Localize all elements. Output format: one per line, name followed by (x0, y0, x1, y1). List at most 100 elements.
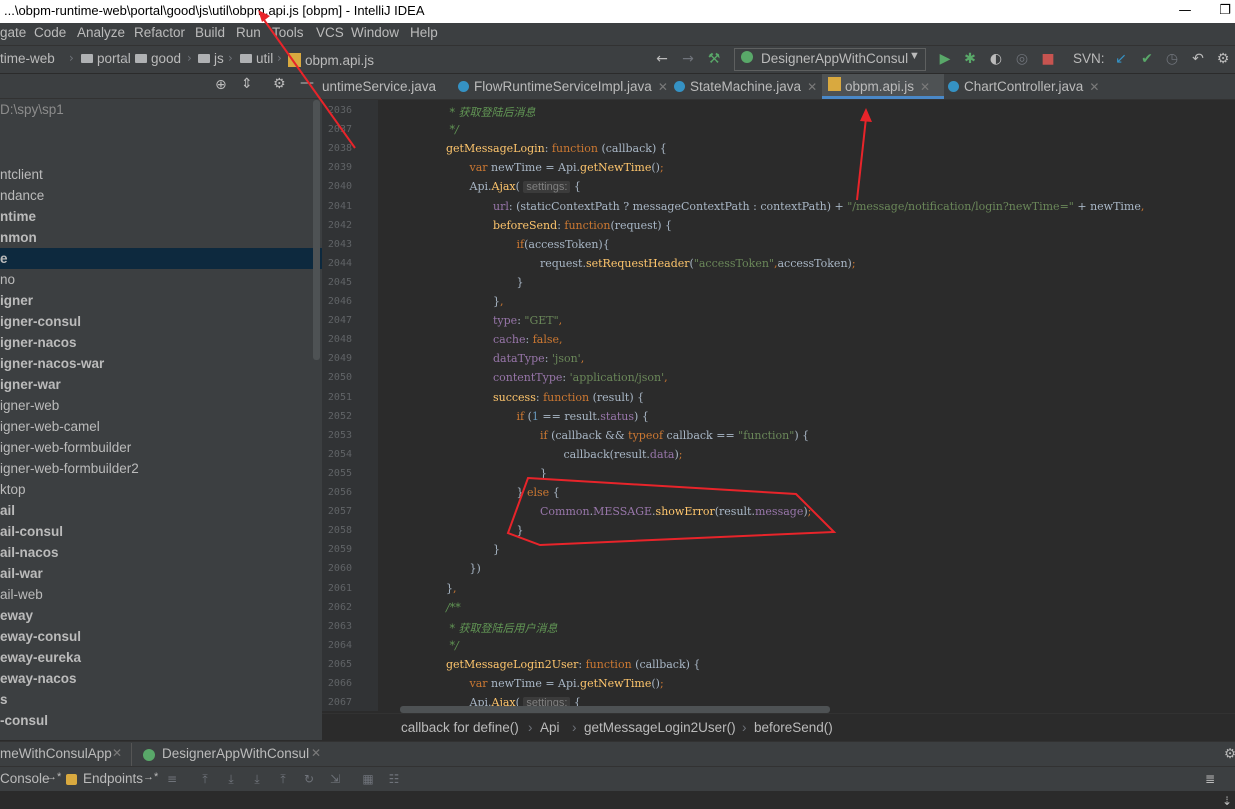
code-line[interactable]: }) (470, 562, 481, 575)
code-line[interactable]: beforeSend: function(request) { (493, 219, 672, 232)
code-line[interactable]: url: (staticContextPath ? messageContext… (493, 200, 1144, 213)
code-line[interactable]: } (517, 524, 524, 537)
project-tree-item[interactable]: no (0, 269, 322, 290)
scroll-to-end-icon[interactable]: ⇣ (1222, 794, 1232, 808)
project-tree-item[interactable]: nmon (0, 227, 322, 248)
close-icon[interactable]: ✕ (807, 80, 817, 94)
code-line[interactable]: } (517, 276, 524, 289)
code-line[interactable]: */ (446, 639, 458, 652)
code-line[interactable]: if (1 == result.status) { (517, 410, 649, 423)
code-line[interactable]: }, (446, 582, 457, 595)
code-line[interactable]: }, (493, 295, 504, 308)
forward-arrow-icon[interactable]: → (680, 51, 696, 67)
coverage-icon[interactable]: ◐ (988, 51, 1004, 67)
nav-crumb-file[interactable]: obpm.api.js (288, 51, 374, 68)
code-line[interactable]: Api.Ajax( settings: { (470, 180, 581, 194)
code-line[interactable]: /** (446, 601, 461, 614)
rollback-icon[interactable]: ↶ (1190, 51, 1206, 67)
nav-crumb-good[interactable]: good (135, 51, 181, 66)
tab-flow-runtime-service-impl[interactable]: FlowRuntimeServiceImpl.java ✕ (458, 74, 668, 99)
project-tree-item[interactable]: ntime (0, 206, 322, 227)
project-tree-item[interactable]: -consul (0, 710, 322, 731)
code-line[interactable]: cache: false, (493, 333, 563, 346)
menu-run[interactable]: Run (236, 25, 261, 40)
project-tree-item[interactable]: igner-web (0, 395, 322, 416)
project-tree-item[interactable]: ktop (0, 479, 322, 500)
breadcrumb-before-send[interactable]: beforeSend() (754, 720, 833, 735)
step-icon[interactable]: ↻ (302, 773, 316, 785)
nav-crumb-module[interactable]: time-web (0, 51, 55, 66)
code-editor[interactable]: * 获取登陆后消息 */ getMessageLogin: function (c… (378, 100, 1235, 711)
settings-icon[interactable]: ⚙ (1224, 746, 1235, 762)
code-line[interactable]: callback(result.data); (564, 448, 683, 461)
code-line[interactable]: */ (446, 123, 458, 136)
nav-crumb-util[interactable]: util (240, 51, 273, 66)
code-line[interactable]: var newTime = Api.getNewTime(); (470, 161, 664, 174)
project-tree-item[interactable]: ail (0, 500, 322, 521)
menu-window[interactable]: Window (351, 25, 399, 40)
upload-icon[interactable]: ⤒ (276, 773, 290, 785)
breadcrumb-get-message-login2user[interactable]: getMessageLogin2User() (584, 720, 736, 735)
code-line[interactable]: Common.MESSAGE.showError(result.message)… (540, 505, 811, 518)
console-tab[interactable]: Console (0, 771, 50, 786)
code-line[interactable]: getMessageLogin2User: function (callback… (446, 658, 700, 671)
close-icon[interactable]: ✕ (920, 80, 930, 94)
tab-state-machine[interactable]: StateMachine.java ✕ (674, 74, 820, 99)
code-line[interactable]: } (493, 543, 500, 556)
svn-update-icon[interactable]: ↙ (1113, 51, 1129, 67)
project-tree-item[interactable]: igner-web-formbuilder2 (0, 458, 322, 479)
run-tab-designer-app[interactable]: DesignerAppWithConsul (162, 746, 309, 761)
editor-horizontal-scrollbar[interactable] (400, 706, 830, 713)
tab-chart-controller[interactable]: ChartController.java ✕ (948, 74, 1104, 99)
project-tree-item[interactable]: igner-nacos (0, 332, 322, 353)
console-area[interactable]: ⇣ (0, 791, 1235, 809)
gear-icon[interactable]: ⚙ (273, 76, 286, 92)
svn-commit-icon[interactable]: ✔ (1139, 51, 1155, 67)
code-line[interactable]: var newTime = Api.getNewTime(); (470, 677, 664, 690)
code-line[interactable]: if(accessToken){ (517, 238, 610, 251)
cursor-icon[interactable]: ⇲ (328, 773, 342, 785)
project-tree-item[interactable]: eway-nacos (0, 668, 322, 689)
tab-obpm-api-js[interactable]: obpm.api.js ✕ (822, 74, 944, 99)
project-tree-item[interactable]: eway-eureka (0, 647, 322, 668)
code-line[interactable]: } (540, 467, 547, 480)
project-tree-item[interactable]: eway (0, 605, 322, 626)
soft-wrap-icon[interactable]: ≣ (1203, 773, 1217, 785)
breadcrumb-callback-define[interactable]: callback for define() (401, 720, 519, 735)
endpoints-tab[interactable]: Endpoints (83, 771, 143, 786)
grid-icon[interactable]: ▦ (361, 773, 375, 785)
run-configuration-select[interactable]: DesignerAppWithConsul ▼ (734, 48, 926, 71)
close-icon[interactable]: ✕ (1089, 80, 1099, 94)
nav-crumb-js[interactable]: js (198, 51, 224, 66)
project-tree-item[interactable]: eway-consul (0, 626, 322, 647)
code-line[interactable]: * 获取登陆后消息 (446, 104, 535, 120)
code-line[interactable]: type: "GET", (493, 314, 562, 327)
code-line[interactable]: getMessageLogin: function (callback) { (446, 142, 667, 155)
code-line[interactable]: * 获取登陆后用户消息 (446, 620, 557, 636)
project-tree-item[interactable]: igner-nacos-war (0, 353, 322, 374)
hide-icon[interactable]: — (300, 75, 314, 91)
menu-help[interactable]: Help (410, 25, 438, 40)
restore-button[interactable]: ❐ (1215, 1, 1235, 21)
menu-build[interactable]: Build (195, 25, 225, 40)
code-line[interactable]: } else { (517, 486, 560, 499)
menu-refactor[interactable]: Refactor (134, 25, 185, 40)
editor-gutter[interactable]: 2036 2037 2038 2039 2040 2041 2042 2043 2044 2045… (322, 100, 395, 711)
run-tab-consul-app[interactable]: meWithConsulApp (0, 746, 112, 761)
breadcrumb-api[interactable]: Api (540, 720, 560, 735)
close-icon[interactable]: ✕ (311, 746, 321, 760)
restore-layout-icon[interactable]: ⤒ (198, 773, 212, 785)
run-icon[interactable]: ▶ (937, 51, 953, 67)
project-tree-item[interactable]: ntclient (0, 164, 322, 185)
project-tree-item[interactable]: igner-war (0, 374, 322, 395)
tab-runtime-service[interactable]: untimeService.java (322, 74, 450, 99)
code-line[interactable]: request.setRequestHeader("accessToken",a… (540, 257, 856, 270)
code-line[interactable]: contentType: 'application/json', (493, 371, 668, 384)
code-line[interactable]: success: function (result) { (493, 391, 644, 404)
code-line[interactable]: dataType: 'json', (493, 352, 584, 365)
project-tree-item[interactable]: s (0, 689, 322, 710)
back-arrow-icon[interactable]: ← (654, 51, 670, 67)
project-tree-item[interactable]: ndance (0, 185, 322, 206)
debug-icon[interactable]: ✱ (962, 51, 978, 67)
history-icon[interactable]: ◷ (1164, 51, 1180, 67)
